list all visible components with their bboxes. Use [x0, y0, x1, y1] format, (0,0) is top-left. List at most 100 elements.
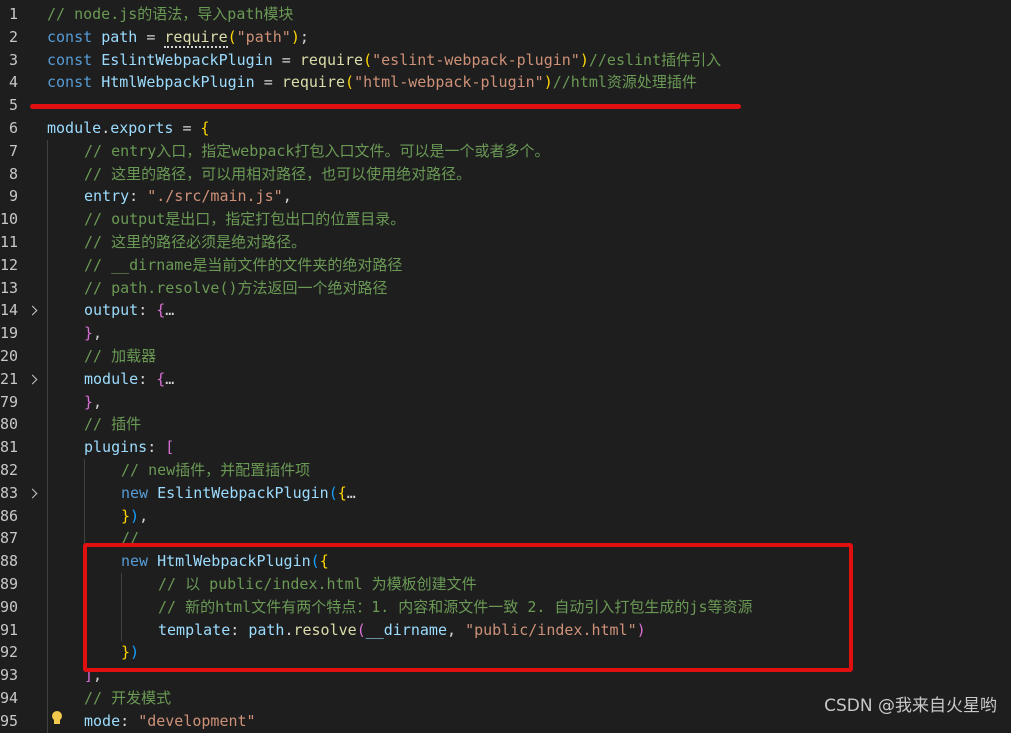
line-number: 8 — [8, 164, 18, 183]
code-line[interactable]: 4 const HtmlWebpackPlugin = require("html… — [0, 71, 1011, 94]
chevron-right-icon[interactable] — [27, 299, 41, 322]
line-number: 93 — [0, 666, 19, 685]
code-line[interactable]: 12 // __dirname是当前文件的文件夹的绝对路径 — [0, 253, 1011, 277]
code-text: const HtmlWebpackPlugin = require("html-… — [47, 71, 697, 94]
code-line[interactable]: 80 // 插件 — [0, 413, 1011, 437]
indent-guide — [47, 185, 48, 209]
code-token: : — [147, 438, 166, 457]
line-number: 1 — [8, 5, 18, 23]
code-token: plugins — [84, 438, 148, 457]
code-token: { — [200, 119, 210, 137]
indent-guide — [47, 322, 48, 345]
code-line[interactable]: 13 // path.resolve()方法返回一个绝对路径 — [0, 276, 1011, 300]
indent-guide — [47, 208, 48, 231]
line-number: 13 — [0, 278, 19, 297]
code-line[interactable]: 86}), — [0, 504, 1011, 528]
line-number: 10 — [0, 210, 19, 229]
code-line[interactable]: 6 module.exports = { — [0, 117, 1011, 140]
indent-guide — [47, 504, 48, 528]
code-line[interactable]: 8 // 这里的路径，可以用相对路径，也可以使用绝对路径。 — [0, 162, 1011, 186]
code-token: // entry入口，指定webpack打包入口文件。可以是一个或者多个。 — [84, 141, 550, 160]
line-number: 91 — [0, 620, 19, 639]
code-line[interactable]: 81 plugins: [ — [0, 436, 1011, 459]
code-line[interactable]: 19}, — [0, 322, 1011, 345]
code-token: ) — [290, 27, 300, 46]
code-text: // output是出口，指定打包出口的位置目录。 — [84, 208, 405, 231]
line-number: 12 — [0, 255, 19, 274]
code-token: "path" — [236, 27, 291, 46]
code-token: // path.resolve()方法返回一个绝对路径 — [84, 278, 388, 297]
line-number: 6 — [8, 119, 18, 137]
line-number: 3 — [8, 50, 18, 69]
indent-guide — [47, 550, 48, 573]
code-line[interactable]: 83 new EslintWebpackPlugin({… — [0, 481, 1011, 505]
line-number: 82 — [0, 461, 19, 479]
code-line[interactable]: 3 const EslintWebpackPlugin = require("es… — [0, 49, 1011, 72]
code-token: EslintWebpackPlugin — [157, 483, 329, 502]
code-text: // entry入口，指定webpack打包入口文件。可以是一个或者多个。 — [84, 140, 549, 163]
code-text: // 加载器 — [84, 345, 156, 368]
code-token: = — [137, 27, 165, 46]
code-text: }, — [84, 322, 102, 345]
code-text: // __dirname是当前文件的文件夹的绝对路径 — [84, 254, 402, 277]
code-token: = — [272, 50, 300, 69]
code-token: ( — [227, 27, 237, 46]
code-token: : — [138, 369, 157, 388]
code-text: // 这里的路径必须是绝对路径。 — [84, 231, 306, 254]
indent-guide — [47, 687, 48, 710]
code-line[interactable]: 7 // entry入口，指定webpack打包入口文件。可以是一个或者多个。 — [0, 139, 1011, 163]
line-number: 87 — [0, 529, 19, 548]
code-token: // 这里的路径必须是绝对路径。 — [84, 233, 307, 251]
code-line[interactable]: 82 // new插件，并配置插件项 — [0, 459, 1011, 482]
code-token: = — [173, 119, 201, 137]
line-number: 19 — [0, 324, 19, 343]
indent-guide — [47, 162, 48, 186]
code-token: … — [165, 301, 175, 320]
code-line[interactable]: 79}, — [0, 390, 1011, 414]
chevron-right-icon[interactable] — [27, 368, 41, 391]
code-line[interactable]: 11 // 这里的路径必须是绝对路径。 — [0, 231, 1011, 254]
code-line[interactable]: 10 // output是出口，指定打包出口的位置目录。 — [0, 208, 1011, 231]
code-token: new — [121, 483, 158, 502]
line-number: 79 — [0, 392, 19, 411]
chevron-right-icon[interactable] — [27, 482, 41, 505]
indent-guide — [47, 436, 48, 459]
code-text: mode: "development" — [84, 710, 256, 733]
code-line[interactable]: 1 // node.js的语法，导入path模块 — [0, 3, 1011, 26]
line-number: 95 — [0, 711, 19, 730]
indent-guide — [47, 276, 48, 300]
code-token: const — [47, 73, 102, 92]
code-token: … — [165, 369, 175, 388]
indent-guide — [47, 618, 48, 642]
lightbulb-icon[interactable] — [50, 709, 64, 724]
code-token: mode — [84, 711, 121, 730]
code-token: { — [156, 369, 166, 388]
code-text: // 开发模式 — [84, 687, 171, 710]
line-number: 4 — [8, 73, 18, 92]
code-text: }, — [84, 391, 102, 414]
indent-guide — [47, 390, 48, 414]
code-line[interactable]: 9 entry: "./src/main.js", — [0, 185, 1011, 209]
code-token: : — [138, 301, 157, 320]
indent-guide — [47, 345, 48, 368]
code-token: = — [254, 73, 282, 92]
indent-guide — [84, 481, 85, 505]
red-underline-annotation — [30, 104, 741, 109]
code-token: const — [47, 50, 102, 69]
line-number: 81 — [0, 438, 19, 457]
code-line[interactable]: 20 // 加载器 — [0, 345, 1011, 368]
code-line[interactable]: 14 output: {… — [0, 299, 1011, 323]
code-token: … — [346, 483, 356, 502]
code-line[interactable]: 21 module: {… — [0, 367, 1011, 391]
indent-guide — [47, 573, 48, 596]
line-number: 21 — [0, 369, 19, 388]
indent-guide — [47, 641, 48, 665]
indent-guide — [47, 253, 48, 277]
code-token: // new插件，并配置插件项 — [121, 461, 311, 479]
code-line[interactable]: 2 const path = require("path"); — [0, 26, 1011, 49]
code-text: // 插件 — [84, 413, 141, 436]
code-token: // 这里的路径，可以用相对路径，也可以使用绝对路径。 — [84, 164, 472, 183]
code-text: module: {… — [84, 368, 174, 391]
line-number: 83 — [0, 483, 19, 502]
indent-guide — [47, 481, 48, 505]
